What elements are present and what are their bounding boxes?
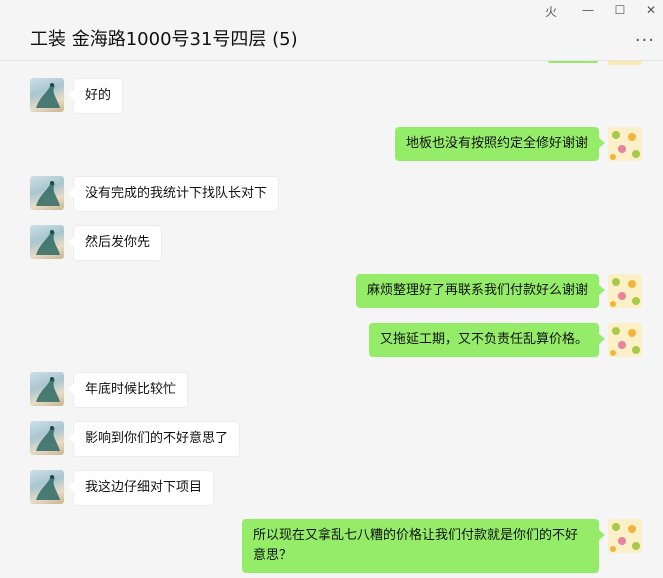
pin-icon[interactable]: ⽕ (538, 3, 564, 20)
message-list[interactable]: 好的 地板也没有按照约定全修好谢谢 没有完成的我统计下找队长对下 然后发你先 麻… (0, 61, 663, 578)
minimize-icon[interactable]: — (575, 3, 601, 17)
message-bubble-received[interactable]: 没有完成的我统计下找队长对下 (67, 176, 280, 212)
peacock-avatar-icon (36, 83, 60, 108)
maximize-icon[interactable]: ☐ (607, 3, 633, 17)
chat-header: 工装 金海路1000号31号四层 (5) ⽕ — ☐ ✕ ··· (0, 0, 663, 61)
chat-title: 工装 金海路1000号31号四层 (5) (30, 29, 298, 50)
previous-message-bubble-edge (548, 61, 598, 63)
message-bubble-received[interactable]: 好的 (67, 78, 124, 114)
message-bubble-received[interactable]: 年底时候比较忙 (67, 372, 189, 408)
contact-avatar[interactable] (30, 176, 64, 210)
peacock-avatar-icon (36, 181, 60, 206)
fruit-pattern-avatar-icon (610, 131, 640, 160)
self-avatar[interactable] (608, 127, 642, 161)
message-bubble-received[interactable]: 我这边仔细对下项目 (67, 470, 215, 506)
fruit-pattern-avatar-icon (610, 523, 640, 552)
peacock-avatar-icon (36, 426, 60, 451)
message-bubble-received[interactable]: 影响到你们的不好意思了 (67, 421, 241, 457)
peacock-avatar-icon (36, 377, 60, 402)
close-icon[interactable]: ✕ (638, 3, 663, 17)
fruit-pattern-avatar-icon (610, 327, 640, 356)
message-bubble-received[interactable]: 然后发你先 (67, 225, 163, 261)
peacock-avatar-icon (36, 230, 60, 255)
self-avatar[interactable] (608, 61, 642, 65)
message-bubble-sent[interactable]: 地板也没有按照约定全修好谢谢 (394, 127, 606, 161)
message-bubble-sent[interactable]: 所以现在又拿乱七八糟的价格让我们付款就是你们的不好意思？ (242, 519, 605, 573)
message-bubble-sent[interactable]: 麻烦整理好了再联系我们付款好么谢谢 (355, 274, 606, 308)
message-bubble-sent[interactable]: 又拖延工期，又不负责任乱算价格。 (368, 323, 606, 357)
contact-avatar[interactable] (30, 225, 64, 259)
self-avatar[interactable] (608, 519, 642, 553)
contact-avatar[interactable] (30, 372, 64, 406)
contact-avatar[interactable] (30, 78, 64, 112)
self-avatar[interactable] (608, 323, 642, 357)
fruit-pattern-avatar-icon (610, 278, 640, 307)
contact-avatar[interactable] (30, 421, 64, 455)
self-avatar[interactable] (608, 274, 642, 308)
more-options-icon[interactable]: ··· (635, 30, 655, 51)
peacock-avatar-icon (36, 475, 60, 500)
contact-avatar[interactable] (30, 470, 64, 504)
